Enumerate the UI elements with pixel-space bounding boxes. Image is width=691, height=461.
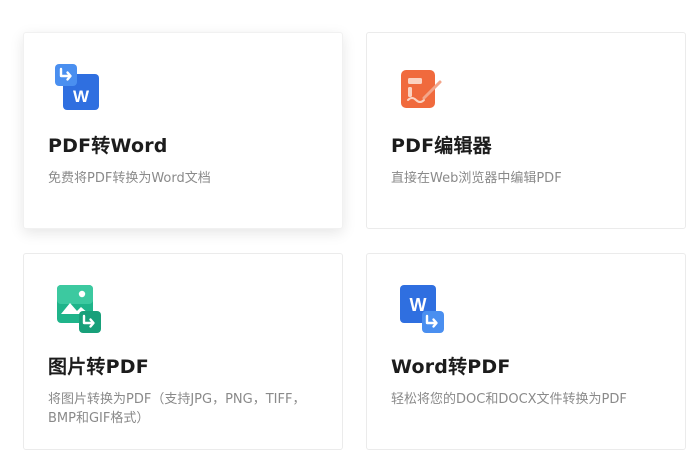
word-to-pdf-icon: W: [394, 281, 450, 337]
card-title: PDF编辑器: [391, 135, 492, 157]
card-word-to-pdf[interactable]: W Word转PDF 轻松将您的DOC和DOCX文件转换为PDF: [366, 253, 686, 450]
card-description: 将图片转换为PDF（支持JPG，PNG，TIFF，BMP和GIF格式）: [48, 392, 306, 426]
card-image-to-pdf[interactable]: 图片转PDF 将图片转换为PDF（支持JPG，PNG，TIFF，BMP和GIF格…: [23, 253, 343, 450]
card-pdf-editor[interactable]: PDF编辑器 直接在Web浏览器中编辑PDF: [366, 32, 686, 229]
word-letter-glyph: W: [73, 87, 90, 106]
card-description: 直接在Web浏览器中编辑PDF: [391, 171, 562, 186]
pdf-editor-icon: [394, 60, 450, 116]
card-title: 图片转PDF: [48, 356, 149, 378]
card-description: 轻松将您的DOC和DOCX文件转换为PDF: [391, 392, 627, 407]
image-to-pdf-icon: [51, 281, 107, 337]
pdf-to-word-icon: W: [51, 60, 107, 116]
card-title: Word转PDF: [391, 356, 511, 378]
card-description: 免费将PDF转换为Word文档: [48, 171, 211, 186]
tool-grid: W PDF转Word 免费将PDF转换为Word文档 PDF编辑器 直接在Web…: [0, 0, 691, 461]
card-title: PDF转Word: [48, 135, 168, 157]
card-pdf-to-word[interactable]: W PDF转Word 免费将PDF转换为Word文档: [23, 32, 343, 229]
